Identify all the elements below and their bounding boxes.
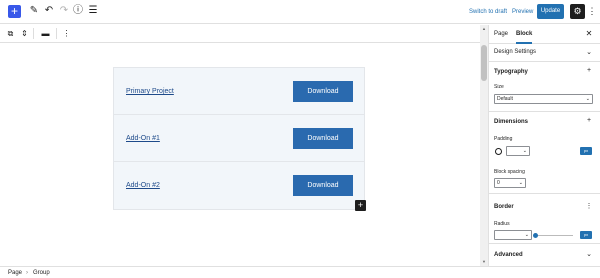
chevron-down-icon: ⌄ (585, 96, 590, 102)
font-size-value: Default (497, 96, 513, 102)
redo-icon[interactable]: ↷ (58, 5, 70, 17)
undo-icon[interactable]: ↶ (43, 5, 55, 17)
info-icon[interactable]: ⓘ (72, 5, 84, 17)
more-options-button[interactable]: ⋮ (587, 5, 597, 18)
plus-icon: + (10, 4, 18, 18)
plus-icon: + (357, 200, 364, 210)
design-settings-panel[interactable]: Design Settings ⌄ (489, 44, 600, 62)
padding-input[interactable]: ⌄ (506, 146, 530, 156)
block-spacing-label: Block spacing (494, 169, 525, 175)
size-label: Size (494, 84, 504, 90)
border-panel: Border ⋮ Radius ⌄ px (489, 194, 600, 244)
switch-to-draft-link[interactable]: Switch to draft (469, 7, 507, 17)
chevron-right-icon: › (26, 270, 28, 276)
settings-sidebar: Page Block ✕ Design Settings ⌄ Typograph… (488, 25, 600, 266)
block-spacing-input[interactable]: 0 ⌄ (494, 178, 526, 188)
radius-label: Radius (494, 221, 510, 227)
block-spacing-value: 0 (497, 180, 500, 186)
download-button[interactable]: Download (293, 81, 353, 102)
block-inserter-button[interactable]: + (355, 200, 366, 211)
justify-icon[interactable]: ▬ (40, 28, 51, 39)
list-view-icon[interactable]: ☰ (87, 5, 99, 17)
more-vertical-icon: ⋮ (587, 6, 597, 16)
list-item: Add-On #1 Download (114, 115, 364, 162)
scroll-down-icon[interactable]: ▼ (481, 259, 487, 265)
editor-app: + ✎ ↶ ↷ ⓘ ☰ Switch to draft Preview Upda… (0, 0, 600, 278)
close-icon[interactable]: ✕ (584, 29, 594, 39)
advanced-panel[interactable]: Advanced ⌄ (489, 244, 600, 266)
plus-icon[interactable]: + (585, 117, 593, 125)
update-button[interactable]: Update (537, 4, 564, 19)
chevron-down-icon: ⌄ (586, 49, 592, 56)
link-sides-icon[interactable] (495, 148, 502, 155)
editor-header: + ✎ ↶ ↷ ⓘ ☰ Switch to draft Preview Upda… (0, 0, 600, 24)
group-block-icon[interactable]: ⧉ (5, 28, 16, 39)
font-size-select[interactable]: Default ⌄ (494, 94, 593, 104)
typography-title: Typography (494, 69, 528, 75)
dimensions-title: Dimensions (494, 119, 529, 125)
project-link[interactable]: Add-On #1 (126, 135, 160, 143)
block-toolbar: ⧉ ⇕ ▬ ⋮ (0, 25, 480, 43)
padding-unit-button[interactable]: px (580, 147, 592, 155)
radius-unit-button[interactable]: px (580, 231, 592, 239)
padding-label: Padding (494, 136, 513, 142)
preview-link[interactable]: Preview (512, 7, 533, 17)
radius-slider-thumb[interactable] (533, 233, 538, 238)
typography-panel: Typography + Size Default ⌄ (489, 62, 600, 112)
scrollbar-thumb[interactable] (481, 45, 487, 81)
list-item: Primary Project Download (114, 68, 364, 115)
border-title: Border (494, 204, 514, 210)
toolbar-divider (56, 28, 57, 39)
list-item: Add-On #2 Download (114, 162, 364, 209)
project-link[interactable]: Add-On #2 (126, 182, 160, 190)
add-block-button[interactable]: + (8, 5, 21, 18)
chevron-down-icon: ⌄ (518, 180, 523, 186)
scroll-up-icon[interactable]: ▲ (481, 26, 487, 32)
pen-icon[interactable]: ✎ (28, 5, 40, 17)
advanced-title: Advanced (494, 252, 523, 258)
sidebar-tabs: Page Block ✕ (489, 25, 600, 44)
radius-slider[interactable] (535, 235, 573, 236)
tab-block[interactable]: Block (516, 25, 533, 44)
breadcrumb: Page › Group (0, 266, 600, 278)
breadcrumb-item-page[interactable]: Page (8, 269, 22, 277)
project-link[interactable]: Primary Project (126, 88, 174, 96)
gear-icon: ⚙ (573, 6, 582, 16)
dimensions-panel: Dimensions + Padding ⌄ px Block spacing … (489, 112, 600, 194)
plus-icon[interactable]: + (585, 67, 593, 75)
chevron-down-icon: ⌄ (586, 251, 592, 258)
breadcrumb-item-group[interactable]: Group (33, 269, 50, 277)
settings-button[interactable]: ⚙ (570, 4, 585, 19)
chevron-down-icon: ⌄ (524, 232, 529, 238)
group-block[interactable]: Primary Project Download Add-On #1 Downl… (113, 67, 365, 210)
toolbar-divider (33, 28, 34, 39)
more-vertical-icon[interactable]: ⋮ (585, 203, 593, 211)
design-settings-title: Design Settings (494, 49, 537, 55)
tab-page[interactable]: Page (494, 25, 508, 44)
chevron-down-icon: ⌄ (522, 148, 527, 154)
move-arrows-icon[interactable]: ⇕ (19, 28, 30, 39)
radius-input[interactable]: ⌄ (494, 230, 532, 240)
download-button[interactable]: Download (293, 128, 353, 149)
download-button[interactable]: Download (293, 175, 353, 196)
more-vertical-icon[interactable]: ⋮ (61, 28, 72, 39)
